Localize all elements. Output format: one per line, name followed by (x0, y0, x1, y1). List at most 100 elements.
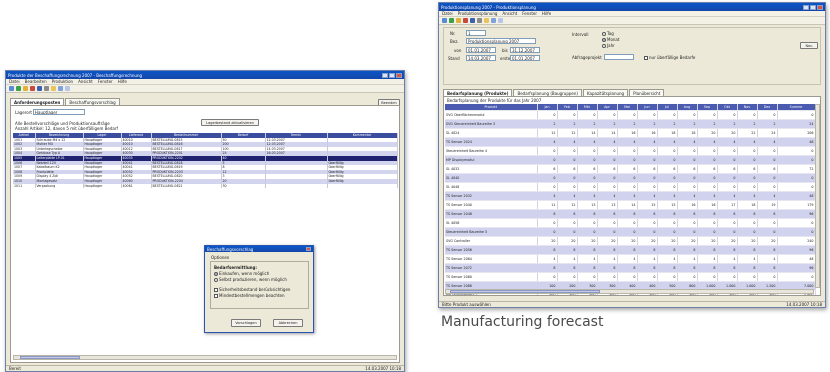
table-row[interactable]: SVG Oberflächenmodul 0 0 0 0 0 0 0 0 0 0 0 0 0 (445, 110, 816, 120)
abbrechen-button[interactable]: Abbrechen (273, 319, 303, 327)
left-window-titlebar[interactable]: Produkte der Beschaffungsrechnung 2007 -… (6, 71, 404, 79)
table-row[interactable]: MP Displaymodul 0 0 0 0 0 0 0 0 0 0 0 0 0 (445, 155, 816, 165)
radio-selected-icon[interactable] (214, 272, 218, 276)
menu-hilfe[interactable]: Hilfe (542, 11, 551, 16)
radio-monat[interactable]: Monat (602, 37, 619, 42)
new-icon[interactable] (442, 18, 447, 23)
menu-datei[interactable]: Datei (9, 79, 20, 84)
maximize-icon[interactable] (810, 4, 816, 10)
menu-hilfe[interactable]: Hilfe (118, 79, 127, 84)
radio-produzieren[interactable]: Selbst produzieren, wenn möglich (214, 277, 287, 282)
table-row[interactable]: TS Sensor 2048 8 8 8 8 8 8 8 8 8 8 8 8 96 (445, 209, 816, 219)
save-icon[interactable] (37, 86, 42, 91)
radio-icon[interactable] (214, 278, 218, 282)
folder-icon[interactable] (484, 18, 489, 23)
menu-produktionsplanung[interactable]: Produktionsplanung (458, 11, 498, 16)
bis-field[interactable]: 31.12.2007 (510, 47, 540, 53)
check-mindestmengen[interactable]: Mindestbestellmengen beachten (214, 293, 285, 298)
forecast-cell: 20 (717, 236, 738, 246)
help-icon[interactable] (498, 18, 503, 23)
scroll-thumb[interactable] (20, 356, 80, 359)
vorschlagen-button[interactable]: Vorschlagen (231, 319, 261, 327)
radio-jahr[interactable]: Jahr (602, 43, 615, 48)
table-row[interactable]: SL 4024 12 12 14 14 16 16 18 18 20 20 22 24 206 (445, 128, 816, 138)
print-icon[interactable] (44, 86, 49, 91)
checkbox-icon[interactable] (214, 288, 218, 292)
table-row[interactable]: TS Sensor 2080 0 0 0 0 0 0 0 0 0 0 0 0 0 (445, 272, 816, 282)
table-row[interactable]: SVG Steuereinheit Baureihe 3222222222222… (445, 119, 816, 129)
neu-button[interactable]: Neu (800, 42, 818, 49)
table-row[interactable]: TS Sensor 2056 8 8 8 8 8 8 8 8 8 8 8 8 96 (445, 245, 816, 255)
radio-icon[interactable] (602, 44, 606, 48)
erstellt-field[interactable]: 01.01.2007 (510, 55, 540, 61)
table-row[interactable]: SL 4032 6 6 6 6 6 6 6 6 6 6 6 6 72 (445, 164, 816, 174)
scroll-thumb[interactable] (450, 290, 600, 293)
forecast-cell: 4 (617, 137, 638, 147)
chart-icon[interactable] (491, 18, 496, 23)
menu-bearbeiten[interactable]: Bearbeiten (25, 79, 47, 84)
table-row[interactable]: TS Sensor 2064 4 4 4 4 4 4 4 4 4 4 4 4 48 (445, 254, 816, 264)
edit-icon[interactable] (456, 18, 461, 23)
new-icon[interactable] (9, 86, 14, 91)
table-row[interactable]: 1011 Verpackung Hauptlager 40061 BESTELLUNG-… (13, 183, 398, 189)
radio-einkaufen[interactable]: Einkaufen, wenn möglich (214, 271, 269, 276)
radio-selected-icon[interactable] (602, 38, 606, 42)
add-icon[interactable] (16, 86, 21, 91)
menu-fenster[interactable]: Fenster (522, 11, 537, 16)
radio-tag[interactable]: Tag (602, 31, 614, 36)
close-icon[interactable] (817, 4, 823, 10)
search-icon[interactable] (58, 86, 63, 91)
right-window-titlebar[interactable]: Produktionsplanung 2007 - Produktionspla… (439, 3, 825, 11)
table-row[interactable]: SL 4056 0 0 0 0 0 0 0 0 0 0 0 0 0 (445, 218, 816, 228)
intervall-label: Intervall (572, 32, 589, 37)
check-ueberfaellig[interactable]: nur überfällige Bedarfe (644, 55, 695, 60)
dialog-close-icon[interactable] (306, 247, 311, 251)
delete-icon[interactable] (463, 18, 468, 23)
menu-ansicht[interactable]: Ansicht (78, 79, 93, 84)
forecast-cell: 8 (597, 245, 618, 255)
table-row[interactable]: TS Sensor 2072 8 8 8 8 8 8 8 8 8 8 8 8 96 (445, 263, 816, 273)
close-icon[interactable] (396, 72, 402, 78)
delete-icon[interactable] (30, 86, 35, 91)
table-row[interactable]: TS Sensor 2032 4 4 4 4 4 4 4 4 4 4 4 4 48 (445, 191, 816, 201)
folder-icon[interactable] (51, 86, 56, 91)
table-row[interactable]: SL 4040 0 0 0 0 0 0 0 0 0 0 0 0 0 (445, 173, 816, 183)
lagerort-field[interactable]: Hauptlager (33, 109, 85, 115)
menu-ansicht[interactable]: Ansicht (502, 11, 517, 16)
check-sicherheitsbestand[interactable]: Sicherheitsbestand berücksichtigen (214, 287, 290, 292)
dialog-titlebar[interactable]: Beschaffungsvorschlag (205, 246, 313, 252)
forecast-cell: 0 (637, 272, 658, 282)
maximize-icon[interactable] (389, 72, 395, 78)
table-row[interactable]: SVG Controller 20 20 20 20 20 20 20 20 20 20 20 20 24… (445, 236, 816, 246)
edit-icon[interactable] (23, 86, 28, 91)
radio-icon[interactable] (602, 32, 606, 36)
checkbox-icon[interactable] (214, 294, 218, 298)
table-row[interactable]: Steuereinheit Baureihe 40000000000000 (445, 146, 816, 156)
minimize-icon[interactable] (803, 4, 809, 10)
forecast-vertical-scrollbar[interactable] (815, 104, 820, 288)
table-row[interactable]: TS Sensor 2040 11 12 13 13 14 15 15 16 16 17 18 19 17… (445, 200, 816, 210)
print-icon[interactable] (477, 18, 482, 23)
table-row[interactable]: SL 4048 0 0 0 0 0 0 0 0 0 0 0 0 0 (445, 182, 816, 192)
bez-field[interactable]: Produktionsplanung 2007 (466, 38, 536, 44)
minimize-icon[interactable] (382, 72, 388, 78)
forecast-cell: 8 (537, 245, 558, 255)
product-name-cell: TS Sensor 2080 (445, 272, 538, 282)
stand-field[interactable]: 14.03.2007 (466, 55, 496, 61)
checkbox-icon[interactable] (644, 56, 648, 60)
menu-datei[interactable]: Datei (442, 11, 453, 16)
table-row[interactable]: TS Sensor 2024 4 4 4 4 4 4 4 4 4 4 4 4 48 (445, 137, 816, 147)
save-icon[interactable] (470, 18, 475, 23)
menu-fenster[interactable]: Fenster (98, 79, 113, 84)
lagerbestand-button[interactable]: Lagerbestand aktualisieren (201, 119, 259, 126)
menu-produktion[interactable]: Produktion (52, 79, 73, 84)
help-icon[interactable] (65, 86, 70, 91)
forecast-horizontal-scrollbar[interactable] (445, 289, 814, 294)
von-field[interactable]: 01.01.2007 (466, 47, 496, 53)
nr-field[interactable]: 1 (466, 30, 486, 36)
left-horizontal-scrollbar[interactable] (13, 355, 397, 360)
table-row[interactable]: Steuereinheit Baureihe 50000000000000 (445, 227, 816, 237)
add-icon[interactable] (449, 18, 454, 23)
abfrage-field[interactable] (604, 54, 634, 60)
forecast-cell: 8 (677, 245, 698, 255)
